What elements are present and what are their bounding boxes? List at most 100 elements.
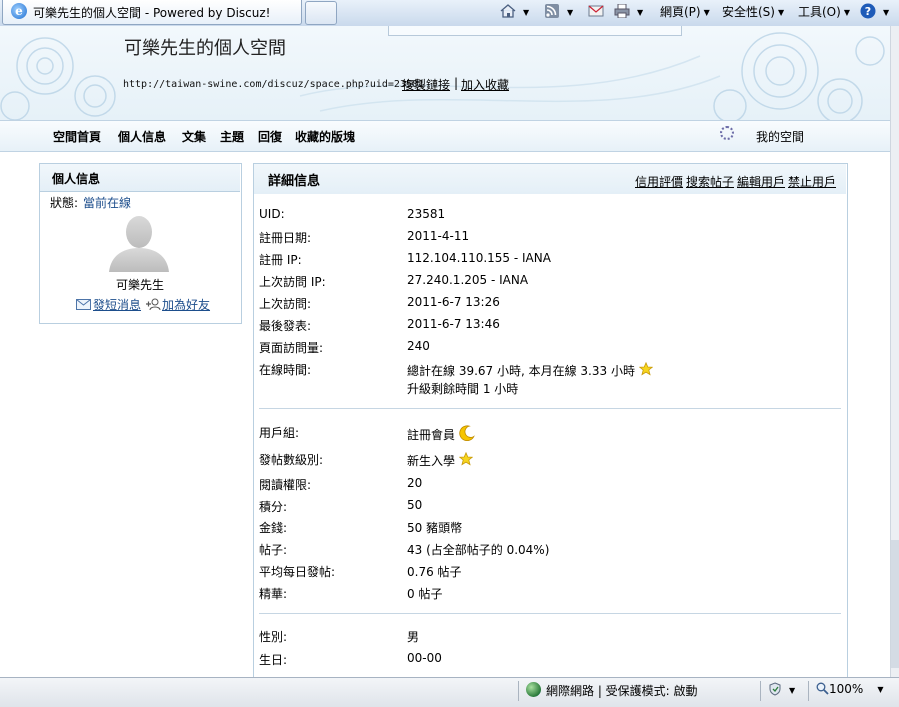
money-label: 金錢: bbox=[259, 521, 288, 535]
last-post-value: 2011-6-7 13:46 bbox=[407, 317, 500, 331]
home-icon bbox=[500, 4, 516, 18]
profile-card-title: 個人信息 bbox=[52, 172, 101, 186]
posts-value: 43 (占全部帖子的 0.04%) bbox=[407, 543, 550, 557]
protected-mode-button[interactable]: ▼ bbox=[768, 682, 795, 697]
add-friend-label: 加為好友 bbox=[162, 298, 211, 312]
status-value: 當前在線 bbox=[83, 196, 132, 210]
add-favorite-button[interactable]: 加入收藏 bbox=[461, 76, 509, 93]
online-time-label: 在線時間: bbox=[259, 363, 312, 377]
mail-button[interactable] bbox=[588, 1, 608, 23]
feeds-button[interactable]: ▼ bbox=[544, 1, 573, 23]
copy-link-button[interactable]: 複製鏈接 bbox=[402, 76, 450, 93]
header-top-box bbox=[388, 26, 682, 36]
section-divider-2 bbox=[259, 613, 841, 614]
reg-date-value: 2011-4-11 bbox=[407, 229, 470, 243]
svg-text:?: ? bbox=[865, 5, 871, 18]
zoom-level[interactable]: 100% ▼ bbox=[816, 682, 883, 696]
reg-ip-value: 112.104.110.155 - IANA bbox=[407, 251, 551, 265]
help-button[interactable]: ? ▼ bbox=[860, 1, 889, 23]
status-divider bbox=[808, 681, 809, 701]
page-views-label: 頁面訪問量: bbox=[259, 341, 324, 355]
nav-favorite-forums[interactable]: 收藏的版塊 bbox=[295, 128, 355, 145]
last-visit-label: 上次訪問: bbox=[259, 297, 312, 311]
send-pm-link[interactable]: 發短消息 bbox=[76, 296, 141, 313]
birthday-value: 00-00 bbox=[407, 651, 442, 665]
ban-user-link[interactable]: 禁止用戶 bbox=[788, 173, 836, 190]
points-value: 50 bbox=[407, 498, 423, 512]
shield-icon bbox=[769, 682, 781, 696]
posts-label: 帖子: bbox=[259, 543, 288, 557]
page-menu[interactable]: 網頁(P) ▼ bbox=[660, 1, 710, 23]
nav-replies[interactable]: 回復 bbox=[258, 128, 282, 145]
security-zone[interactable]: 網際網路 | 受保護模式: 啟動 bbox=[546, 682, 698, 699]
user-group-label: 用戶組: bbox=[259, 426, 300, 440]
search-posts-link[interactable]: 搜索帖子 bbox=[686, 173, 734, 190]
scrollbar-thumb[interactable] bbox=[891, 540, 899, 668]
printer-icon bbox=[614, 4, 630, 18]
edit-user-link[interactable]: 編輯用戶 bbox=[737, 173, 785, 190]
print-button[interactable]: ▼ bbox=[614, 1, 643, 23]
rss-icon bbox=[545, 4, 559, 18]
last-ip-label: 上次訪問 IP: bbox=[259, 275, 326, 289]
online-time-line1: 總計在線 39.67 小時, 本月在線 3.33 小時 bbox=[407, 364, 635, 378]
avatar bbox=[109, 216, 169, 272]
read-perm-label: 閱讀權限: bbox=[259, 478, 312, 492]
space-title: 可樂先生的個人空間 bbox=[124, 38, 286, 59]
star-icon bbox=[638, 362, 653, 376]
read-perm-value: 20 bbox=[407, 476, 423, 490]
section-divider-1 bbox=[259, 408, 841, 409]
status-divider bbox=[518, 681, 519, 701]
user-group-value: 註冊會員 bbox=[407, 425, 475, 443]
page-views-value: 240 bbox=[407, 339, 430, 353]
page-menu-label: 網頁(P) bbox=[660, 5, 701, 19]
details-title: 詳細信息 bbox=[268, 174, 321, 189]
nav-collections[interactable]: 文集 bbox=[182, 128, 206, 145]
home-button[interactable]: ▼ bbox=[500, 1, 529, 23]
daily-posts-label: 平均每日發帖: bbox=[259, 565, 336, 579]
uid-value: 23581 bbox=[407, 207, 446, 221]
status-divider bbox=[760, 681, 761, 701]
nav-threads[interactable]: 主題 bbox=[220, 128, 244, 145]
tab-title: 可樂先生的個人空間 - Powered by Discuz! bbox=[33, 6, 271, 20]
post-level-label: 發帖數級別: bbox=[259, 453, 324, 467]
last-post-label: 最後發表: bbox=[259, 319, 312, 333]
last-ip-value: 27.240.1.205 - IANA bbox=[407, 273, 529, 287]
mail-icon bbox=[588, 5, 604, 17]
my-space-link[interactable]: 我的空間 bbox=[756, 128, 804, 145]
user-group-text: 註冊會員 bbox=[407, 428, 456, 442]
safety-menu-label: 安全性(S) bbox=[722, 5, 775, 19]
reg-ip-label: 註冊 IP: bbox=[259, 253, 302, 267]
digest-value: 0 帖子 bbox=[407, 587, 443, 601]
details-panel bbox=[253, 163, 848, 684]
username: 可樂先生 bbox=[116, 278, 165, 292]
browser-tab-active[interactable]: e 可樂先生的個人空間 - Powered by Discuz! bbox=[2, 0, 302, 25]
zoom-value: 100% bbox=[829, 682, 864, 696]
my-space-icon bbox=[720, 126, 734, 140]
credit-rating-link[interactable]: 信用評價 bbox=[635, 173, 683, 190]
ie-logo-icon: e bbox=[11, 3, 27, 19]
last-visit-value: 2011-6-7 13:26 bbox=[407, 295, 500, 309]
gender-label: 性別: bbox=[259, 630, 288, 644]
add-friend-link[interactable]: 加為好友 bbox=[145, 296, 210, 313]
nav-space-home[interactable]: 空間首頁 bbox=[53, 128, 101, 145]
safety-menu[interactable]: 安全性(S) ▼ bbox=[722, 1, 784, 23]
online-time-value: 總計在線 39.67 小時, 本月在線 3.33 小時 bbox=[407, 362, 653, 379]
digest-label: 精華: bbox=[259, 587, 288, 601]
gender-value: 男 bbox=[407, 630, 420, 644]
points-label: 積分: bbox=[259, 500, 288, 514]
daily-posts-value: 0.76 帖子 bbox=[407, 565, 462, 579]
send-pm-label: 發短消息 bbox=[93, 298, 142, 312]
new-tab-button[interactable] bbox=[305, 1, 337, 25]
help-icon: ? bbox=[860, 3, 876, 19]
money-value: 50 豬頭幣 bbox=[407, 521, 463, 535]
moon-icon bbox=[459, 425, 475, 441]
header-separator: | bbox=[454, 76, 459, 90]
space-url: http://taiwan-swine.com/discuz/space.php… bbox=[123, 79, 425, 90]
uid-label: UID: bbox=[259, 207, 285, 221]
nav-profile[interactable]: 個人信息 bbox=[118, 128, 166, 145]
tools-menu[interactable]: 工具(O) ▼ bbox=[798, 1, 850, 23]
post-level-value: 新生入學 bbox=[407, 452, 474, 469]
online-time-upgrade: 升級剩餘時間 1 小時 bbox=[407, 382, 519, 396]
tools-menu-label: 工具(O) bbox=[798, 5, 841, 19]
envelope-icon bbox=[76, 299, 91, 310]
